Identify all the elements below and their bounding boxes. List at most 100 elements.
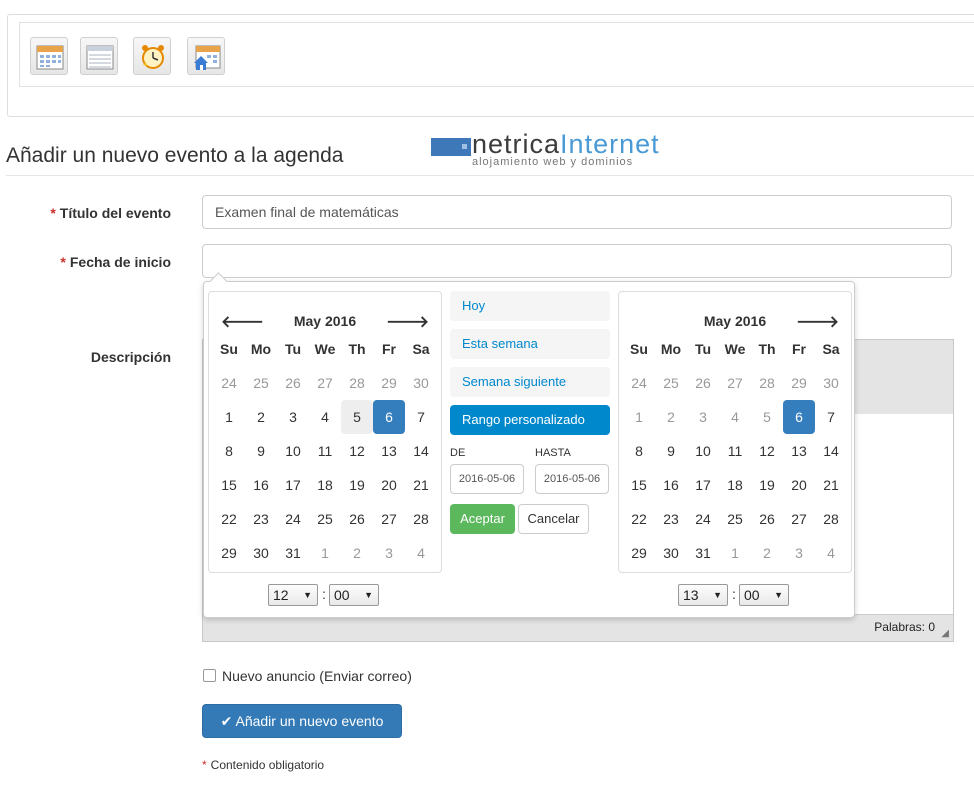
list-view-button[interactable] xyxy=(80,37,118,75)
day-cell[interactable]: 25 xyxy=(655,366,687,400)
day-cell[interactable]: 12 xyxy=(751,434,783,468)
day-cell[interactable]: 4 xyxy=(815,536,847,570)
start-hour-select[interactable]: 12 ▼ xyxy=(268,584,318,606)
day-cell[interactable]: 23 xyxy=(655,502,687,536)
day-cell[interactable]: 4 xyxy=(405,536,437,570)
day-cell[interactable]: 4 xyxy=(309,400,341,434)
day-cell[interactable]: 27 xyxy=(309,366,341,400)
day-cell[interactable]: 24 xyxy=(213,366,245,400)
day-cell[interactable]: 11 xyxy=(309,434,341,468)
day-cell[interactable]: 21 xyxy=(405,468,437,502)
day-cell[interactable]: 19 xyxy=(751,468,783,502)
day-cell[interactable]: 27 xyxy=(373,502,405,536)
day-cell[interactable]: 18 xyxy=(309,468,341,502)
day-cell[interactable]: 7 xyxy=(405,400,437,434)
day-cell[interactable]: 25 xyxy=(719,502,751,536)
day-cell[interactable]: 31 xyxy=(687,536,719,570)
day-cell[interactable]: 27 xyxy=(719,366,751,400)
day-cell[interactable]: 8 xyxy=(213,434,245,468)
announce-checkbox[interactable] xyxy=(203,669,216,682)
day-cell[interactable]: 23 xyxy=(245,502,277,536)
apply-button[interactable]: Aceptar xyxy=(450,504,515,534)
day-cell[interactable]: 14 xyxy=(405,434,437,468)
start-minute-select[interactable]: 00 ▼ xyxy=(329,584,379,606)
day-cell[interactable]: 29 xyxy=(213,536,245,570)
day-cell[interactable]: 2 xyxy=(341,536,373,570)
day-cell[interactable]: 17 xyxy=(277,468,309,502)
day-cell[interactable]: 16 xyxy=(655,468,687,502)
end-hour-select[interactable]: 13 ▼ xyxy=(678,584,728,606)
to-date-input[interactable]: 2016-05-06 xyxy=(535,464,609,494)
day-cell[interactable]: 1 xyxy=(309,536,341,570)
from-date-input[interactable]: 2016-05-06 xyxy=(450,464,524,494)
day-cell[interactable]: 30 xyxy=(655,536,687,570)
day-cell[interactable]: 17 xyxy=(687,468,719,502)
day-cell[interactable]: 25 xyxy=(309,502,341,536)
day-cell[interactable]: 13 xyxy=(783,434,815,468)
day-cell-today[interactable]: 5 xyxy=(341,400,373,434)
day-cell[interactable]: 24 xyxy=(277,502,309,536)
day-cell[interactable]: 19 xyxy=(341,468,373,502)
day-cell[interactable]: 30 xyxy=(245,536,277,570)
day-cell[interactable]: 7 xyxy=(815,400,847,434)
day-cell[interactable]: 15 xyxy=(213,468,245,502)
day-cell[interactable]: 22 xyxy=(213,502,245,536)
day-cell[interactable]: 2 xyxy=(245,400,277,434)
day-cell[interactable]: 29 xyxy=(373,366,405,400)
alarm-view-button[interactable] xyxy=(133,37,171,75)
day-cell[interactable]: 3 xyxy=(277,400,309,434)
day-cell[interactable]: 16 xyxy=(245,468,277,502)
day-cell[interactable]: 20 xyxy=(373,468,405,502)
day-cell[interactable]: 20 xyxy=(783,468,815,502)
end-minute-select[interactable]: 00 ▼ xyxy=(739,584,789,606)
day-cell[interactable]: 15 xyxy=(623,468,655,502)
add-event-button[interactable]: ✔ Añadir un nuevo evento xyxy=(202,704,402,738)
cancel-button[interactable]: Cancelar xyxy=(518,504,589,534)
month-view-button[interactable] xyxy=(30,37,68,75)
day-cell[interactable]: 25 xyxy=(245,366,277,400)
range-this-week[interactable]: Esta semana xyxy=(450,329,610,359)
day-cell[interactable]: 11 xyxy=(719,434,751,468)
day-cell-selected[interactable]: 6 xyxy=(783,400,815,434)
range-next-week[interactable]: Semana siguiente xyxy=(450,367,610,397)
resize-handle-icon[interactable]: ◢ xyxy=(941,628,949,639)
day-cell[interactable]: 21 xyxy=(815,468,847,502)
day-cell[interactable]: 26 xyxy=(687,366,719,400)
day-cell[interactable]: 27 xyxy=(783,502,815,536)
day-cell[interactable]: 26 xyxy=(341,502,373,536)
title-input[interactable]: Examen final de matemáticas xyxy=(202,195,952,229)
day-cell[interactable]: 13 xyxy=(373,434,405,468)
day-cell[interactable]: 30 xyxy=(815,366,847,400)
day-cell[interactable]: 9 xyxy=(655,434,687,468)
range-custom[interactable]: Rango personalizado xyxy=(450,405,610,435)
range-today[interactable]: Hoy xyxy=(450,291,610,321)
day-cell[interactable]: 8 xyxy=(623,434,655,468)
day-cell[interactable]: 3 xyxy=(373,536,405,570)
day-cell[interactable]: 1 xyxy=(213,400,245,434)
day-cell[interactable]: 12 xyxy=(341,434,373,468)
day-cell[interactable]: 24 xyxy=(623,366,655,400)
day-cell[interactable]: 24 xyxy=(687,502,719,536)
day-cell[interactable]: 31 xyxy=(277,536,309,570)
day-cell[interactable]: 18 xyxy=(719,468,751,502)
day-cell[interactable]: 3 xyxy=(783,536,815,570)
day-cell[interactable]: 29 xyxy=(623,536,655,570)
day-cell[interactable]: 9 xyxy=(245,434,277,468)
day-cell[interactable]: 26 xyxy=(277,366,309,400)
day-cell[interactable]: 30 xyxy=(405,366,437,400)
home-calendar-button[interactable] xyxy=(187,37,225,75)
day-cell[interactable]: 1 xyxy=(719,536,751,570)
day-cell[interactable]: 28 xyxy=(751,366,783,400)
start-date-input[interactable] xyxy=(202,244,952,278)
day-cell[interactable]: 29 xyxy=(783,366,815,400)
day-cell[interactable]: 28 xyxy=(341,366,373,400)
day-cell[interactable]: 22 xyxy=(623,502,655,536)
day-cell[interactable]: 28 xyxy=(815,502,847,536)
day-cell[interactable]: 26 xyxy=(751,502,783,536)
day-cell[interactable]: 14 xyxy=(815,434,847,468)
day-cell[interactable]: 2 xyxy=(751,536,783,570)
next-month-icon[interactable]: 🡒 xyxy=(796,311,839,332)
day-cell-selected[interactable]: 6 xyxy=(373,400,405,434)
day-cell[interactable]: 10 xyxy=(687,434,719,468)
next-month-icon[interactable]: 🡒 xyxy=(386,311,429,332)
